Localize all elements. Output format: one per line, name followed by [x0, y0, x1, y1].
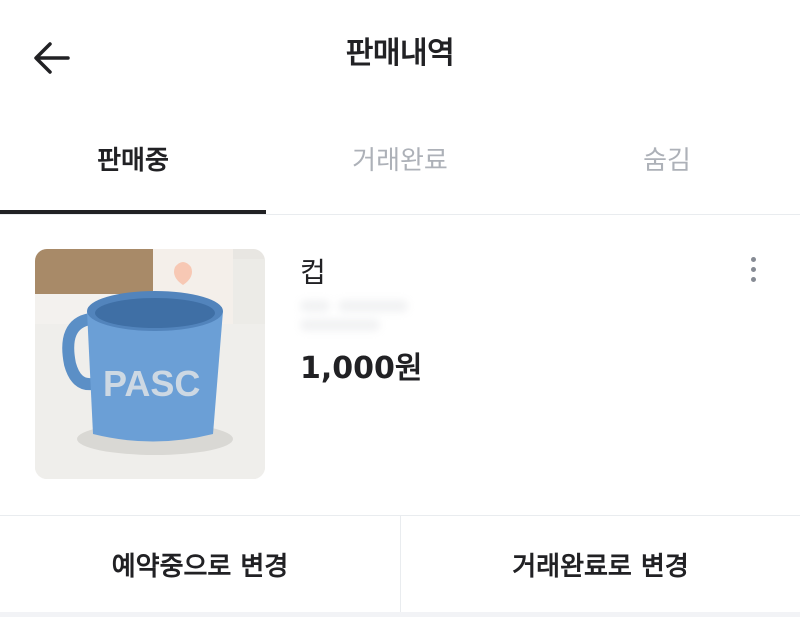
- change-to-reserved-button[interactable]: 예약중으로 변경: [0, 516, 400, 612]
- item-price: 1,000원: [300, 351, 423, 386]
- page-title: 판매내역: [345, 36, 455, 71]
- tab-bar: 판매중 거래완료 숨김: [0, 110, 800, 215]
- change-to-completed-button[interactable]: 거래완료로 변경: [401, 516, 800, 612]
- sale-item-card[interactable]: PASC 컵 1,000원: [0, 215, 800, 516]
- tab-hidden[interactable]: 숨김: [534, 110, 800, 214]
- active-tab-indicator: [0, 210, 266, 214]
- tab-completed[interactable]: 거래완료: [267, 110, 533, 214]
- app-header: 판매내역: [0, 0, 800, 110]
- item-title[interactable]: 컵: [300, 251, 326, 291]
- item-meta-blurred: [300, 297, 500, 331]
- tab-selling[interactable]: 판매중: [0, 110, 266, 214]
- bottom-divider: [0, 612, 800, 617]
- more-vertical-icon[interactable]: [738, 251, 768, 287]
- item-thumbnail[interactable]: PASC: [35, 249, 265, 479]
- svg-text:PASC: PASC: [103, 363, 200, 404]
- blue-mug-photo: PASC: [35, 249, 265, 479]
- item-actions: 예약중으로 변경 거래완료로 변경: [0, 516, 800, 612]
